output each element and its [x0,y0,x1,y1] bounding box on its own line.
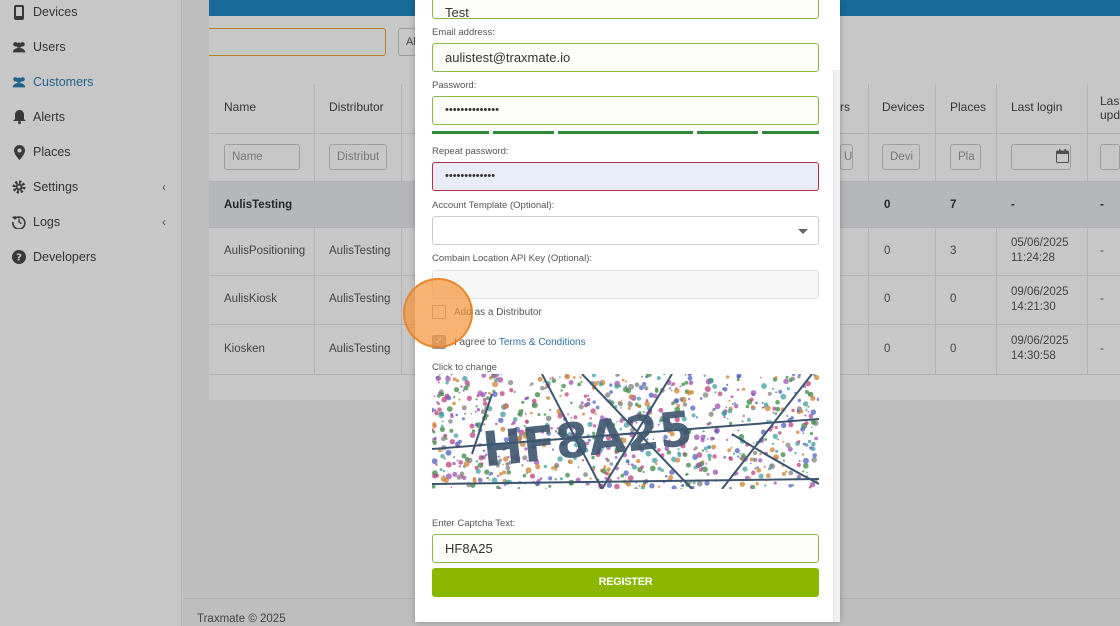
captcha-text: HF8A25 [480,401,695,479]
combain-key-field[interactable] [432,270,819,299]
repeat-password-label: Repeat password: [432,146,509,157]
terms-label: I agree to Terms & Conditions [454,337,586,348]
account-template-label: Account Template (Optional): [432,200,555,211]
click-indicator [403,278,473,348]
repeat-password-field[interactable]: ••••••••••••• [432,162,819,191]
account-template-select[interactable] [432,216,819,245]
password-label: Password: [432,80,477,91]
captcha-image[interactable]: HF8A25 [432,374,819,489]
password-field[interactable]: •••••••••••••• [432,96,819,125]
captcha-hint: Click to change [432,362,497,373]
captcha-input[interactable]: HF8A25 [432,534,819,563]
captcha-noise: HF8A25 [432,374,819,489]
register-customer-modal: Test Email address: aulistest@traxmate.i… [415,0,840,622]
combain-key-label: Combain Location API Key (Optional): [432,253,593,264]
captcha-input-label: Enter Captcha Text: [432,518,516,529]
email-label: Email address: [432,27,495,38]
caret-down-icon [798,229,808,234]
modal-scrollbar[interactable] [833,70,840,622]
email-field[interactable]: aulistest@traxmate.io [432,43,819,72]
password-strength-meter [432,131,819,134]
name-field[interactable]: Test [432,0,819,20]
terms-link[interactable]: Terms & Conditions [499,337,586,348]
register-button[interactable]: REGISTER [432,568,819,597]
